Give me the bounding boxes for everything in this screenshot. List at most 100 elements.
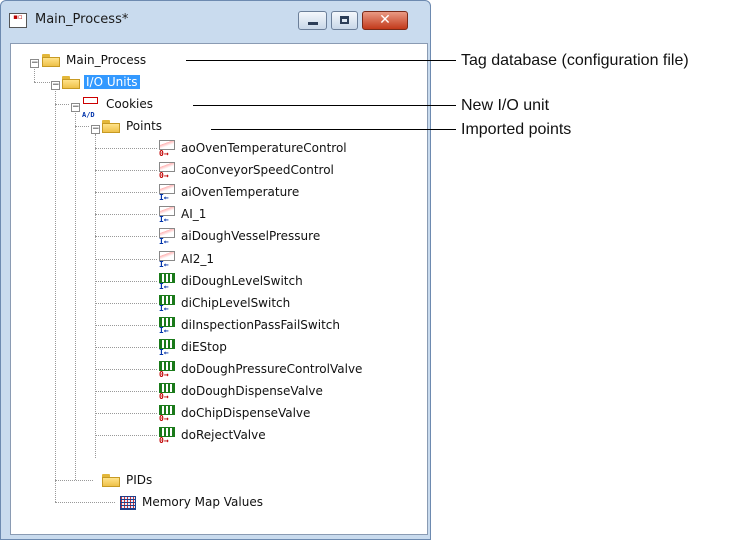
tree-item-point[interactable]: I← AI_1 xyxy=(159,204,208,224)
analog-input-point-icon: I← xyxy=(159,183,175,202)
tree-item-label: aiOvenTemperature xyxy=(181,185,300,199)
digital-output-point-icon: 0→ xyxy=(159,404,175,423)
tree-item-label: diInspectionPassFailSwitch xyxy=(181,318,340,332)
callout-imported: Imported points xyxy=(461,121,572,138)
tree-connector xyxy=(55,480,93,481)
strategy-tree: − Main_Process − I/O Units − A/D Cookies … xyxy=(11,44,427,534)
minimize-button[interactable] xyxy=(298,11,327,30)
tree-connector xyxy=(95,435,157,436)
tree-connector xyxy=(95,134,96,458)
tree-item-label: doRejectValve xyxy=(181,428,266,442)
analog-input-point-icon: I← xyxy=(159,227,175,246)
tree-connector xyxy=(95,259,157,260)
digital-output-point-icon: 0→ xyxy=(159,382,175,401)
tree-item-point[interactable]: 0→ aoOvenTemperatureControl xyxy=(159,138,349,158)
tree-connector xyxy=(95,148,157,149)
folder-open-icon xyxy=(102,120,120,133)
tree-item-label: doDoughDispenseValve xyxy=(181,384,323,398)
digital-input-point-icon: I← xyxy=(159,316,175,335)
tree-item-point[interactable]: 0→ aoConveyorSpeedControl xyxy=(159,160,336,180)
tree-connector xyxy=(34,82,50,83)
tree-item-label: aiDoughVesselPressure xyxy=(181,229,321,243)
tree-item-label: doDoughPressureControlValve xyxy=(181,362,363,376)
tree-item-label: Memory Map Values xyxy=(142,495,263,509)
tree-item-io-units[interactable]: I/O Units xyxy=(62,72,140,92)
close-icon: ✕ xyxy=(379,12,391,28)
title-bar[interactable]: ▪▫ Main_Process* ✕ xyxy=(1,1,430,37)
tree-item-label: Main_Process xyxy=(66,53,147,67)
tree-connector xyxy=(95,236,157,237)
callout-new-unit: New I/O unit xyxy=(461,97,550,114)
tree-item-label: I/O Units xyxy=(84,75,140,89)
tree-connector xyxy=(75,110,76,480)
tree-connector xyxy=(95,369,157,370)
digital-output-point-icon: 0→ xyxy=(159,426,175,445)
tree-item-label: Cookies xyxy=(106,97,153,111)
tree-item-point[interactable]: 0→ doChipDispenseValve xyxy=(159,403,312,423)
analog-input-point-icon: I← xyxy=(159,250,175,269)
minimize-icon xyxy=(308,22,318,25)
strategy-app-icon: ▪▫ xyxy=(9,13,27,28)
digital-input-point-icon: I← xyxy=(159,272,175,291)
tree-connector xyxy=(95,281,157,282)
tree-item-label: AI_1 xyxy=(181,207,207,221)
analog-digital-unit-icon: A/D xyxy=(82,96,100,119)
callout-line-imported xyxy=(211,129,456,130)
window-title: Main_Process* xyxy=(35,12,129,27)
tree-connector xyxy=(55,88,56,502)
callout-line-new-unit xyxy=(193,105,456,106)
folder-icon xyxy=(42,54,60,67)
tree-item-cookies[interactable]: A/D Cookies xyxy=(82,94,155,119)
tree-item-point[interactable]: 0→ doDoughDispenseValve xyxy=(159,381,325,401)
close-button[interactable]: ✕ xyxy=(362,11,408,30)
tree-item-label: aoOvenTemperatureControl xyxy=(181,141,347,155)
tree-connector xyxy=(95,347,157,348)
folder-icon xyxy=(102,474,120,487)
callout-line-database xyxy=(186,60,456,61)
tree-item-point[interactable]: I← aiOvenTemperature xyxy=(159,182,301,202)
maximize-icon xyxy=(340,16,349,24)
expander-main-process[interactable]: − xyxy=(30,59,39,68)
tree-item-label: Points xyxy=(126,119,163,133)
tree-item-label: aoConveyorSpeedControl xyxy=(181,163,334,177)
tree-item-point[interactable]: I← diInspectionPassFailSwitch xyxy=(159,315,342,335)
digital-input-point-icon: I← xyxy=(159,338,175,357)
folder-open-icon xyxy=(62,76,80,89)
memory-map-icon xyxy=(120,495,136,510)
maximize-button[interactable] xyxy=(331,11,358,30)
tree-item-points[interactable]: Points xyxy=(102,116,164,136)
tree-item-main-process[interactable]: Main_Process xyxy=(42,50,148,70)
tree-item-point[interactable]: I← aiDoughVesselPressure xyxy=(159,226,322,246)
tree-item-point[interactable]: I← diChipLevelSwitch xyxy=(159,293,292,313)
analog-output-point-icon: 0→ xyxy=(159,139,175,158)
tree-connector xyxy=(55,502,115,503)
strategy-tree-panel[interactable]: − Main_Process − I/O Units − A/D Cookies … xyxy=(10,43,428,535)
digital-output-point-icon: 0→ xyxy=(159,360,175,379)
tree-item-label: diChipLevelSwitch xyxy=(181,296,291,310)
tree-item-point[interactable]: I← diDoughLevelSwitch xyxy=(159,271,305,291)
callout-database: Tag database (configuration file) xyxy=(461,52,689,69)
tree-connector xyxy=(95,391,157,392)
tree-item-label: doChipDispenseValve xyxy=(181,406,311,420)
tree-item-point[interactable]: I← diEStop xyxy=(159,337,229,357)
process-window: ▪▫ Main_Process* ✕ − Main_Process − I/O … xyxy=(0,0,431,540)
tree-item-memory-map-values[interactable]: Memory Map Values xyxy=(120,492,265,512)
expander-cookies[interactable]: − xyxy=(71,103,80,112)
tree-connector xyxy=(95,325,157,326)
analog-input-point-icon: I← xyxy=(159,205,175,224)
tree-item-label: diEStop xyxy=(181,340,227,354)
tree-item-point[interactable]: I← AI2_1 xyxy=(159,249,216,269)
tree-item-point[interactable]: 0→ doDoughPressureControlValve xyxy=(159,359,364,379)
tree-item-label: diDoughLevelSwitch xyxy=(181,274,303,288)
tree-connector xyxy=(95,413,157,414)
tree-connector xyxy=(95,170,157,171)
expander-io-units[interactable]: − xyxy=(51,81,60,90)
tree-connector xyxy=(95,303,157,304)
expander-points[interactable]: − xyxy=(91,125,100,134)
tree-item-pids[interactable]: PIDs xyxy=(102,470,154,490)
tree-connector xyxy=(95,192,157,193)
tree-connector xyxy=(75,126,89,127)
tree-item-label: PIDs xyxy=(126,473,153,487)
tree-item-label: AI2_1 xyxy=(181,252,215,266)
tree-item-point[interactable]: 0→ doRejectValve xyxy=(159,425,268,445)
